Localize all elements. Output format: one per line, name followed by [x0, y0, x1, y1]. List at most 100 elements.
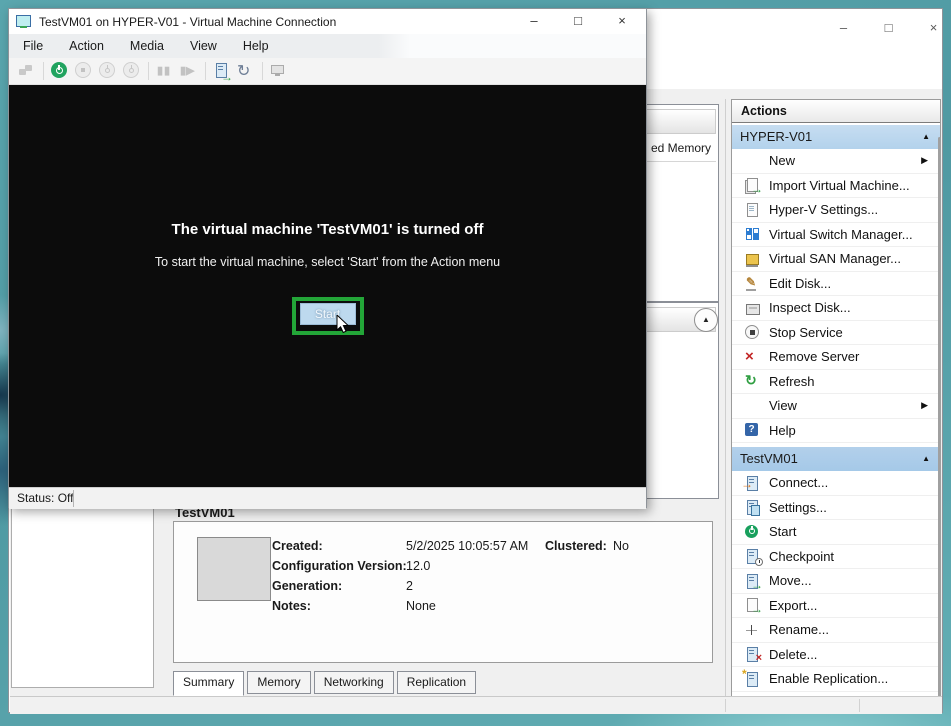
action-label: Virtual SAN Manager... — [769, 251, 901, 266]
action-checkpoint[interactable]: Checkpoint — [732, 545, 940, 570]
export-icon: → — [744, 597, 761, 613]
pane-splitter[interactable] — [725, 99, 726, 704]
action-label: View — [769, 398, 797, 413]
menu-action[interactable]: Action — [69, 39, 104, 53]
maximize-icon[interactable]: □ — [556, 11, 600, 31]
actions-scrollbar[interactable] — [938, 137, 941, 697]
menu-media[interactable]: Media — [130, 39, 164, 53]
vm-summary-panel: TestVM01 Created:5/2/2025 10:05:57 AMCon… — [169, 503, 719, 697]
revert-button: ↺ — [235, 60, 257, 82]
action-stop-service[interactable]: Stop Service — [732, 321, 940, 346]
menu-view[interactable]: View — [190, 39, 217, 53]
stop-service-icon — [744, 324, 761, 340]
collapse-panel-button[interactable]: ▲ — [694, 308, 718, 332]
action-label: Import Virtual Machine... — [769, 178, 910, 193]
assigned-memory-column-header[interactable]: ed Memory — [651, 141, 711, 155]
vm-window-controls: – □ × — [512, 11, 644, 31]
tab-replication[interactable]: Replication — [397, 671, 476, 694]
group-header-label: TestVM01 — [740, 451, 798, 466]
turn-off-button — [73, 60, 95, 82]
minimize-icon[interactable]: – — [512, 11, 556, 31]
action-view[interactable]: View▶ — [732, 394, 940, 419]
enhanced-session-button — [268, 60, 290, 82]
action-remove-server[interactable]: ×Remove Server — [732, 345, 940, 370]
action-label: Settings... — [769, 500, 827, 515]
vm-window-title: TestVM01 on HYPER-V01 - Virtual Machine … — [39, 15, 336, 29]
action-new[interactable]: New▶ — [732, 149, 940, 174]
checkpoint-button[interactable]: → — [211, 60, 233, 82]
action-delete[interactable]: ×Delete... — [732, 643, 940, 668]
actions-list: HYPER-V01▲New▶ → Import Virtual Machine...… — [732, 125, 940, 704]
checkpoint-icon — [744, 548, 761, 564]
field-value: 5/2/2025 10:05:57 AM — [406, 539, 528, 553]
action-label: Move... — [769, 573, 812, 588]
import-vm-icon: → — [744, 177, 761, 193]
action-connect[interactable]: →Connect... — [732, 471, 940, 496]
virtual-switch-icon — [744, 226, 761, 242]
group-header-label: HYPER-V01 — [740, 129, 812, 144]
action-label: Rename... — [769, 622, 829, 637]
action-export[interactable]: → Export... — [732, 594, 940, 619]
field-value: 12.0 — [406, 559, 430, 573]
icon-placeholder — [744, 398, 761, 414]
menu-file[interactable]: File — [23, 39, 43, 53]
vm-toolbar: ▮▮▮▶→↺ — [9, 58, 646, 85]
hyperv-settings-icon — [744, 202, 761, 218]
action-settings[interactable]: Settings... — [732, 496, 940, 521]
tab-memory[interactable]: Memory — [247, 671, 310, 694]
settings-icon — [744, 499, 761, 515]
move-icon: → — [744, 573, 761, 589]
vm-status-bar: Status: Off — [9, 487, 646, 509]
action-help[interactable]: ?Help — [732, 419, 940, 444]
actions-panel: Actions HYPER-V01▲New▶ → Import Virtual Ma… — [731, 99, 941, 704]
submenu-arrow-icon: ▶ — [921, 155, 928, 166]
field-label: Generation: — [272, 579, 342, 593]
action-label: Stop Service — [769, 325, 843, 340]
vm-status-divider — [73, 490, 74, 507]
toolbar-separator — [43, 62, 44, 80]
start-button[interactable] — [49, 60, 71, 82]
vm-window-titlebar: TestVM01 on HYPER-V01 - Virtual Machine … — [9, 9, 646, 34]
action-virtual-switch-manager[interactable]: Virtual Switch Manager... — [732, 223, 940, 248]
tab-summary[interactable]: Summary — [173, 671, 244, 696]
close-icon[interactable]: × — [911, 18, 951, 38]
action-refresh[interactable]: ↻Refresh — [732, 370, 940, 395]
action-inspect-disk[interactable]: Inspect Disk... — [732, 296, 940, 321]
close-icon[interactable]: × — [600, 11, 644, 31]
vm-start-hint: To start the virtual machine, select 'St… — [9, 255, 646, 269]
minimize-icon[interactable]: – — [821, 18, 866, 38]
status-bar-divider — [859, 699, 860, 712]
shut-down-button — [97, 60, 119, 82]
desktop: – □ × ed Memory ▲ TestVM01 Created:5/2/2… — [0, 0, 951, 726]
summary-field-created: Created:5/2/2025 10:05:57 AM — [272, 539, 572, 559]
toolbar-separator — [205, 62, 206, 80]
field-label: Notes: — [272, 599, 311, 613]
action-label: Delete... — [769, 647, 817, 662]
action-hyper-v-settings[interactable]: Hyper-V Settings... — [732, 198, 940, 223]
enable-replication-icon: * — [744, 671, 761, 687]
actions-group-header-hyper-v01[interactable]: HYPER-V01▲ — [732, 125, 940, 149]
tab-networking[interactable]: Networking — [314, 671, 394, 694]
summary-field-configuration-version: Configuration Version:12.0 — [272, 559, 572, 579]
vm-menu-bar: File Action Media View Help — [9, 34, 646, 58]
rename-icon — [744, 622, 761, 638]
action-label: Hyper-V Settings... — [769, 202, 878, 217]
action-label: Export... — [769, 598, 817, 613]
actions-group-header-testvm01[interactable]: TestVM01▲ — [732, 447, 940, 471]
menu-help[interactable]: Help — [243, 39, 269, 53]
actions-panel-title: Actions — [732, 100, 940, 123]
action-label: Checkpoint — [769, 549, 834, 564]
action-enable-replication[interactable]: *Enable Replication... — [732, 667, 940, 692]
action-start[interactable]: Start — [732, 520, 940, 545]
action-move[interactable]: → Move... — [732, 569, 940, 594]
refresh-icon: ↻ — [744, 373, 761, 389]
action-import-virtual-machine[interactable]: → Import Virtual Machine... — [732, 174, 940, 199]
action-label: Remove Server — [769, 349, 859, 364]
save-button — [121, 60, 143, 82]
action-rename[interactable]: Rename... — [732, 618, 940, 643]
action-virtual-san-manager[interactable]: Virtual SAN Manager... — [732, 247, 940, 272]
clustered-value: No — [613, 539, 629, 553]
action-label: Inspect Disk... — [769, 300, 851, 315]
action-edit-disk[interactable]: ✎Edit Disk... — [732, 272, 940, 297]
maximize-icon[interactable]: □ — [866, 18, 911, 38]
